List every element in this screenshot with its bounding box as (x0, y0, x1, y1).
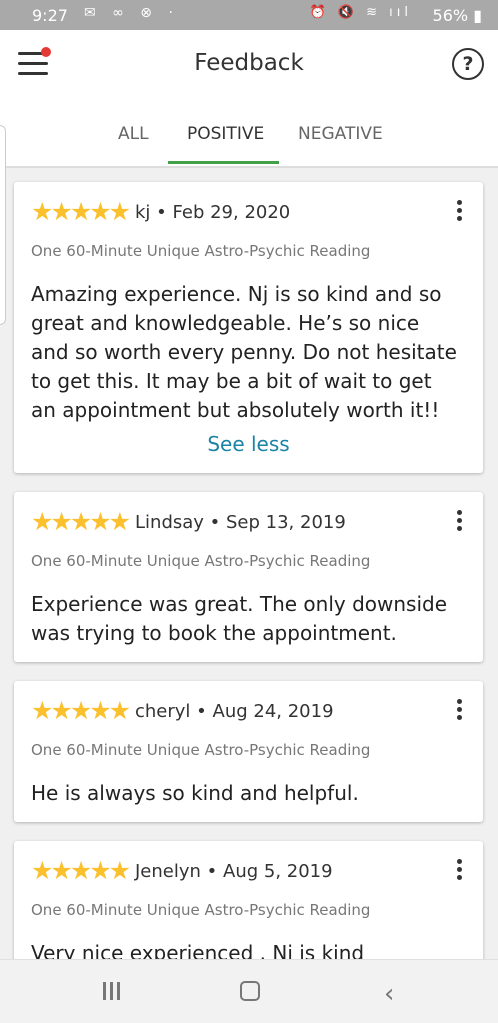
review-author: Lindsay (135, 512, 204, 533)
review-card: ★★★★★ kj • Feb 29, 2020 One 60-Minute Un… (14, 182, 483, 473)
tab-negative[interactable]: NEGATIVE (298, 124, 383, 144)
app-bar: Feedback ? (0, 30, 498, 100)
review-text: Very nice experienced . Nj is kind (31, 941, 365, 960)
more-options-icon[interactable] (457, 859, 463, 883)
tab-all[interactable]: ALL (118, 124, 149, 144)
review-product: One 60-Minute Unique Astro-Psychic Readi… (31, 242, 371, 260)
star-rating: ★★★★★ (31, 696, 131, 725)
review-text: Experience was great. The only downside … (31, 592, 448, 645)
review-author: Jenelyn (135, 861, 201, 882)
battery-indicator: 56% ▮ (433, 6, 482, 25)
more-options-icon[interactable] (457, 200, 463, 224)
status-bar: 9:27 ✉ ∞ ⊗ · ⏰ 🔇 ≋ ııl 56% ▮ (0, 0, 498, 30)
system-nav-bar: ‹ (0, 959, 498, 1023)
review-date: Aug 24, 2019 (212, 701, 334, 722)
review-list[interactable]: ★★★★★ kj • Feb 29, 2020 One 60-Minute Un… (0, 168, 498, 960)
review-date: Aug 5, 2019 (223, 861, 333, 882)
home-icon[interactable] (240, 981, 260, 1001)
recents-icon[interactable] (103, 982, 121, 1000)
review-card: ★★★★★ Lindsay • Sep 13, 2019 One 60-Minu… (14, 492, 483, 662)
notification-icons: ✉ ∞ ⊗ · (84, 5, 179, 21)
review-date: Feb 29, 2020 (172, 202, 291, 223)
review-product: One 60-Minute Unique Astro-Psychic Readi… (31, 741, 371, 759)
review-header: kj • Feb 29, 2020 (135, 202, 291, 223)
star-rating: ★★★★★ (31, 197, 131, 226)
star-rating: ★★★★★ (31, 856, 131, 885)
review-card: ★★★★★ Jenelyn • Aug 5, 2019 One 60-Minut… (14, 841, 483, 960)
tab-positive[interactable]: POSITIVE (187, 124, 264, 144)
review-product: One 60-Minute Unique Astro-Psychic Readi… (31, 552, 371, 570)
review-author: cheryl (135, 701, 191, 722)
see-less-link[interactable]: See less (14, 432, 483, 456)
star-rating: ★★★★★ (31, 507, 131, 536)
review-date: Sep 13, 2019 (226, 512, 346, 533)
review-text: Amazing experience. Nj is so kind and so… (31, 282, 457, 422)
system-icons: ⏰ 🔇 ≋ ııl (309, 5, 412, 20)
active-tab-indicator (168, 161, 279, 164)
filter-tabs: ALL POSITIVE NEGATIVE (0, 100, 498, 168)
review-header: Lindsay • Sep 13, 2019 (135, 512, 346, 533)
help-icon[interactable]: ? (452, 48, 484, 80)
review-card: ★★★★★ cheryl • Aug 24, 2019 One 60-Minut… (14, 681, 483, 822)
review-author: kj (135, 202, 151, 223)
more-options-icon[interactable] (457, 699, 463, 723)
review-text: He is always so kind and helpful. (31, 781, 359, 805)
back-icon[interactable]: ‹ (384, 979, 394, 1009)
more-options-icon[interactable] (457, 510, 463, 534)
page-title: Feedback (194, 50, 304, 76)
review-product: One 60-Minute Unique Astro-Psychic Readi… (31, 901, 371, 919)
battery-level: 56% (432, 6, 469, 25)
status-time: 9:27 (32, 6, 68, 25)
review-header: cheryl • Aug 24, 2019 (135, 701, 334, 722)
review-header: Jenelyn • Aug 5, 2019 (135, 861, 333, 882)
battery-icon: ▮ (473, 6, 482, 25)
